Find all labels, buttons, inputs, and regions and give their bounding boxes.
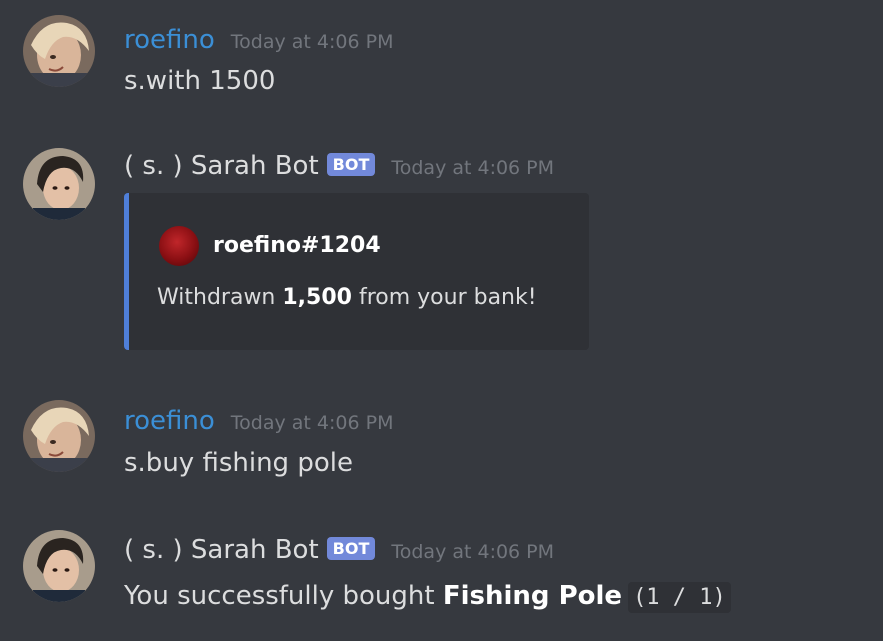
timestamp: Today at 4:06 PM — [230, 412, 394, 434]
timestamp: Today at 4:06 PM — [391, 157, 555, 179]
user-avatar-icon[interactable] — [23, 400, 95, 472]
embed-desc-post: from your bank! — [351, 285, 537, 310]
author-name[interactable]: ( s. ) Sarah Bot — [124, 151, 319, 181]
bot-badge: BOT — [326, 537, 376, 560]
author-name[interactable]: roefino — [124, 406, 215, 436]
embed-desc-pre: Withdrawn — [157, 285, 283, 310]
bot-badge: BOT — [326, 153, 376, 176]
embed-author-icon[interactable] — [159, 226, 199, 266]
item-name: Fishing Pole — [442, 581, 623, 611]
message-header: ( s. ) Sarah Bot BOT Today at 4:06 PM — [124, 153, 554, 180]
message-header: roefino Today at 4:06 PM — [124, 408, 393, 434]
bot-avatar-icon[interactable] — [23, 148, 95, 220]
embed-author-name[interactable]: roefino#1204 — [213, 233, 381, 258]
embed-description: Withdrawn 1,500 from your bank! — [157, 285, 537, 310]
timestamp: Today at 4:06 PM — [391, 541, 555, 563]
chat-message-list: roefino Today at 4:06 PM s.with 1500 ( s.… — [0, 0, 883, 641]
author-name[interactable]: roefino — [124, 25, 215, 55]
message-content: s.buy fishing pole — [124, 448, 353, 478]
message-content: You successfully bought Fishing Pole (1 /… — [124, 581, 731, 613]
author-name[interactable]: ( s. ) Sarah Bot — [124, 535, 319, 565]
content-text: You successfully bought — [124, 581, 443, 611]
message-embed: roefino#1204 Withdrawn 1,500 from your b… — [124, 193, 589, 350]
message-header: roefino Today at 4:06 PM — [124, 27, 393, 53]
timestamp: Today at 4:06 PM — [230, 31, 394, 53]
message-header: ( s. ) Sarah Bot BOT Today at 4:06 PM — [124, 537, 554, 564]
message-content: s.with 1500 — [124, 66, 276, 96]
bot-avatar-icon[interactable] — [23, 530, 95, 602]
embed-desc-amount: 1,500 — [282, 285, 352, 310]
inline-code: (1 / 1) — [628, 582, 731, 613]
user-avatar-icon[interactable] — [23, 15, 95, 87]
